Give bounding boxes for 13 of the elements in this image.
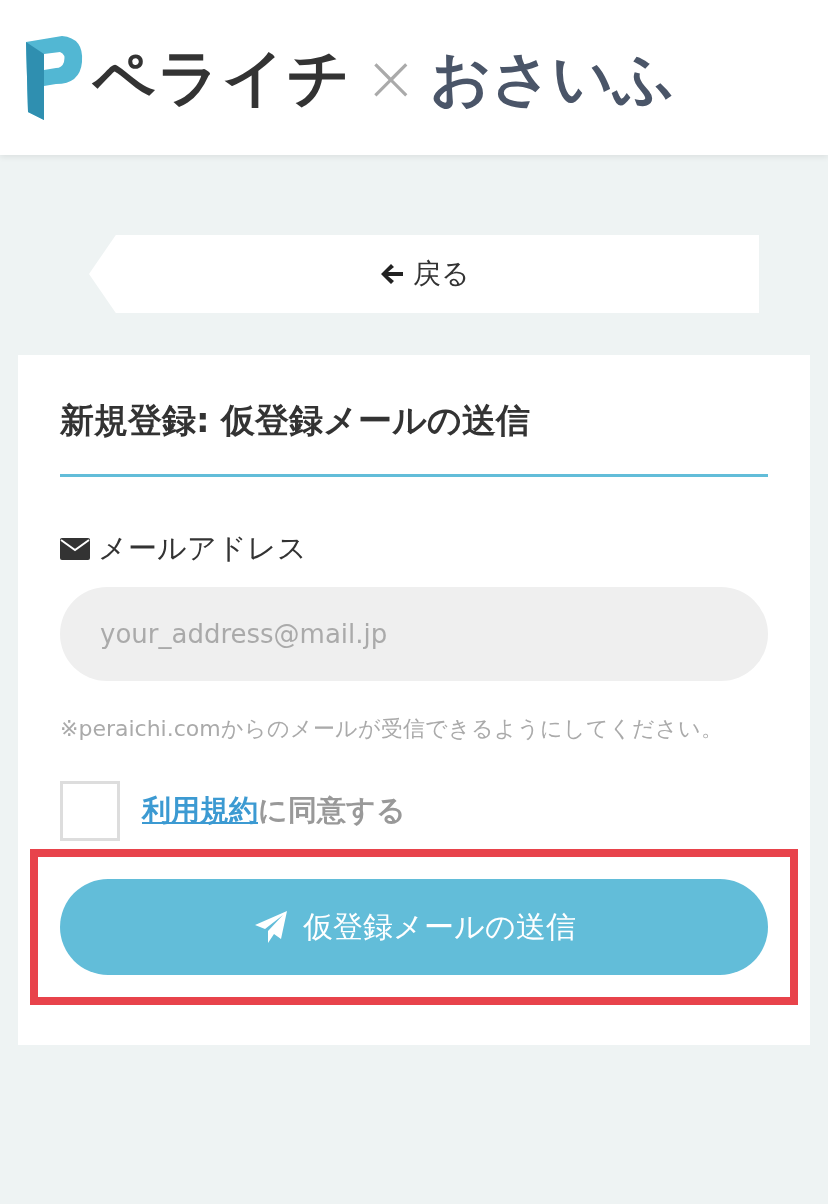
submit-button[interactable]: 仮登録メールの送信 [60,878,768,975]
terms-text: に同意する [258,792,406,827]
email-label: メールアドレス [98,530,307,567]
form-title: 新規登録: 仮登録メールの送信 [60,395,768,477]
separator: × [364,45,418,110]
terms-checkbox[interactable] [60,780,120,841]
terms-link[interactable]: 利用規約 [142,792,258,827]
envelope-icon [60,537,90,560]
note-text: ※peraichi.comからのメールが受信できるようにしてください。 [60,714,724,743]
email-field[interactable]: your_address@mail.jp [60,586,768,681]
partner-text: おさいふ [429,47,674,108]
logo-text: ペライチ [92,46,352,109]
back-button[interactable]: 戻る [89,235,759,313]
